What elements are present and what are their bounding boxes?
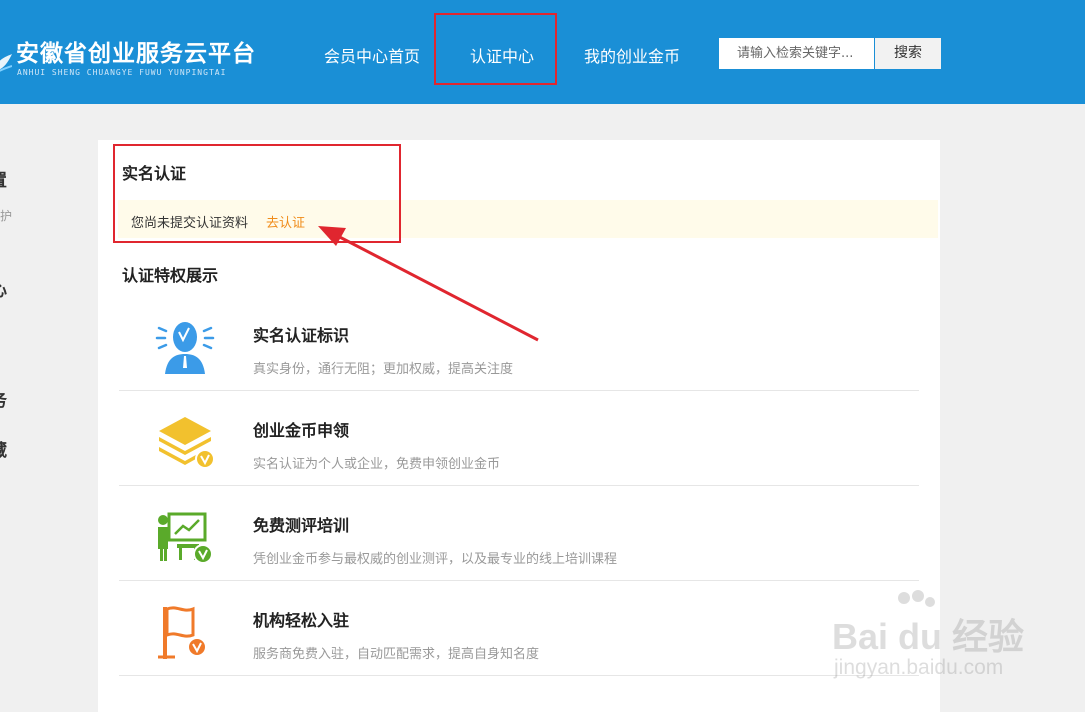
privilege-item: 实名认证标识 真实身份，通行无阻；更加权威，提高关注度: [119, 296, 919, 391]
sidebar-fragment-settings[interactable]: 置: [0, 166, 7, 191]
nav-my-coins[interactable]: 我的创业金币: [584, 43, 680, 67]
privileges-title: 认证特权展示: [122, 266, 219, 285]
site-title[interactable]: 安徽省创业服务云平台: [16, 34, 256, 68]
training-board-icon: [158, 512, 213, 564]
privilege-item: 免费测评培训 凭创业金币参与最权威的创业测评，以及最专业的线上培训课程: [119, 486, 919, 581]
nav-member-home[interactable]: 会员中心首页: [324, 43, 420, 67]
top-header: 安徽省创业服务云平台 ANHUI SHENG CHUANGYE FUWU YUN…: [0, 0, 1085, 104]
sidebar-fragment-favorites[interactable]: 藏: [0, 436, 7, 461]
site-subtitle: ANHUI SHENG CHUANGYE FUWU YUNPINGTAI: [17, 68, 227, 77]
verified-user-icon: [155, 322, 215, 374]
baidu-watermark: Bai du 经验 jingyan.baidu.com: [832, 590, 1032, 690]
sidebar-fragment-maintain[interactable]: 维护: [0, 207, 12, 224]
privilege-item: 创业金币申领 实名认证为个人或企业，免费申领创业金币: [119, 391, 919, 486]
flag-icon: [158, 606, 207, 659]
nav-highlight-box: [434, 13, 557, 85]
privilege-title: 实名认证标识: [253, 326, 350, 345]
logo-icon: [0, 54, 12, 72]
privilege-desc: 实名认证为个人或企业，免费申领创业金币: [253, 457, 501, 472]
search-button[interactable]: 搜索: [875, 38, 941, 69]
watermark-sub: jingyan.baidu.com: [834, 656, 1004, 679]
sidebar-fragment-service[interactable]: 务: [0, 386, 7, 411]
privilege-title: 机构轻松入驻: [253, 611, 350, 630]
privilege-desc: 真实身份，通行无阻；更加权威，提高关注度: [253, 362, 514, 377]
privilege-item: 机构轻松入驻 服务商免费入驻，自动匹配需求，提高自身知名度: [119, 581, 919, 676]
sidebar-fragment-center[interactable]: 心: [0, 276, 7, 301]
coin-stack-icon: [159, 417, 215, 469]
privilege-desc: 凭创业金币参与最权威的创业测评，以及最专业的线上培训课程: [253, 552, 618, 567]
watermark-main: Bai du 经验: [832, 616, 1025, 657]
search-input[interactable]: [719, 38, 874, 69]
privilege-title: 免费测评培训: [253, 516, 350, 535]
privilege-title: 创业金币申领: [253, 421, 350, 440]
annotation-highlight-box: [113, 144, 401, 243]
privilege-desc: 服务商免费入驻，自动匹配需求，提高自身知名度: [253, 647, 540, 662]
